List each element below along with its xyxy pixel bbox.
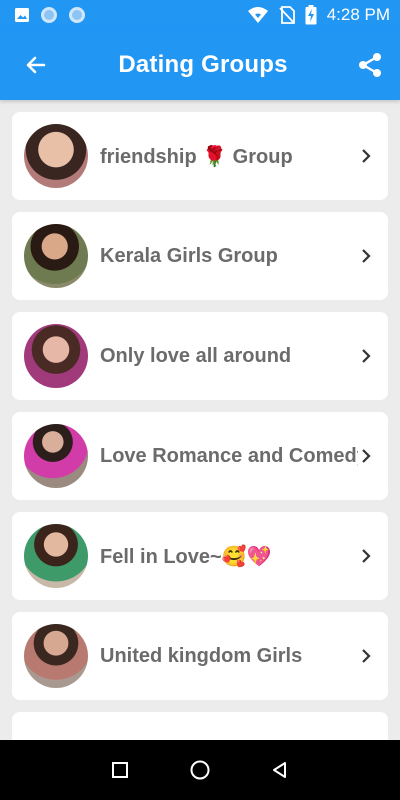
circle-icon bbox=[68, 6, 86, 24]
page-title: Dating Groups bbox=[118, 51, 288, 78]
chevron-right-icon bbox=[358, 348, 374, 364]
chevron-right-icon bbox=[358, 148, 374, 164]
share-button[interactable] bbox=[354, 49, 386, 81]
list-item[interactable] bbox=[12, 712, 388, 740]
status-left bbox=[14, 6, 86, 24]
avatar bbox=[24, 524, 88, 588]
group-label: United kingdom Girls bbox=[100, 644, 303, 667]
status-bar: 4:28 PM bbox=[0, 0, 400, 30]
status-time: 4:28 PM bbox=[326, 5, 390, 24]
list-item[interactable]: United kingdom Girls bbox=[12, 612, 388, 700]
group-label: Only love all around bbox=[100, 344, 292, 367]
avatar bbox=[24, 424, 88, 488]
list-item[interactable]: Love Romance and Comedy bbox=[12, 412, 388, 500]
group-label: friendship 🌹 Group bbox=[100, 145, 293, 168]
home-button[interactable] bbox=[186, 756, 214, 784]
share-icon bbox=[358, 53, 381, 77]
chevron-right-icon bbox=[358, 648, 374, 664]
home-icon bbox=[190, 760, 210, 780]
chevron-right-icon bbox=[358, 548, 374, 564]
circle-icon bbox=[40, 6, 58, 24]
list-item[interactable]: Only love all around bbox=[12, 312, 388, 400]
avatar bbox=[24, 624, 88, 688]
group-label: Kerala Girls Group bbox=[100, 244, 278, 267]
battery-charging-icon bbox=[305, 5, 317, 25]
group-label: Love Romance and Comedy bbox=[100, 444, 358, 467]
gallery-icon bbox=[14, 7, 30, 23]
list-item[interactable]: Fell in Love~🥰💖 bbox=[12, 512, 388, 600]
group-label: Fell in Love~🥰💖 bbox=[100, 545, 272, 568]
list-item[interactable]: Kerala Girls Group bbox=[12, 212, 388, 300]
recent-apps-icon bbox=[112, 762, 128, 778]
chevron-right-icon bbox=[358, 448, 374, 464]
no-sim-icon bbox=[279, 6, 295, 24]
avatar bbox=[24, 324, 88, 388]
nav-back-button[interactable] bbox=[266, 756, 294, 784]
back-icon bbox=[273, 762, 286, 778]
wifi-icon bbox=[247, 6, 269, 24]
avatar bbox=[24, 124, 88, 188]
chevron-right-icon bbox=[358, 248, 374, 264]
app-bar: Dating Groups bbox=[0, 30, 400, 100]
back-button[interactable] bbox=[20, 49, 52, 81]
group-list[interactable]: friendship 🌹 Group Kerala Girls Group On… bbox=[0, 100, 400, 740]
system-nav-bar bbox=[0, 740, 400, 800]
arrow-left-icon bbox=[26, 56, 46, 74]
list-item[interactable]: friendship 🌹 Group bbox=[12, 112, 388, 200]
recent-apps-button[interactable] bbox=[106, 756, 134, 784]
status-right: 4:28 PM bbox=[247, 5, 390, 25]
avatar bbox=[24, 224, 88, 288]
